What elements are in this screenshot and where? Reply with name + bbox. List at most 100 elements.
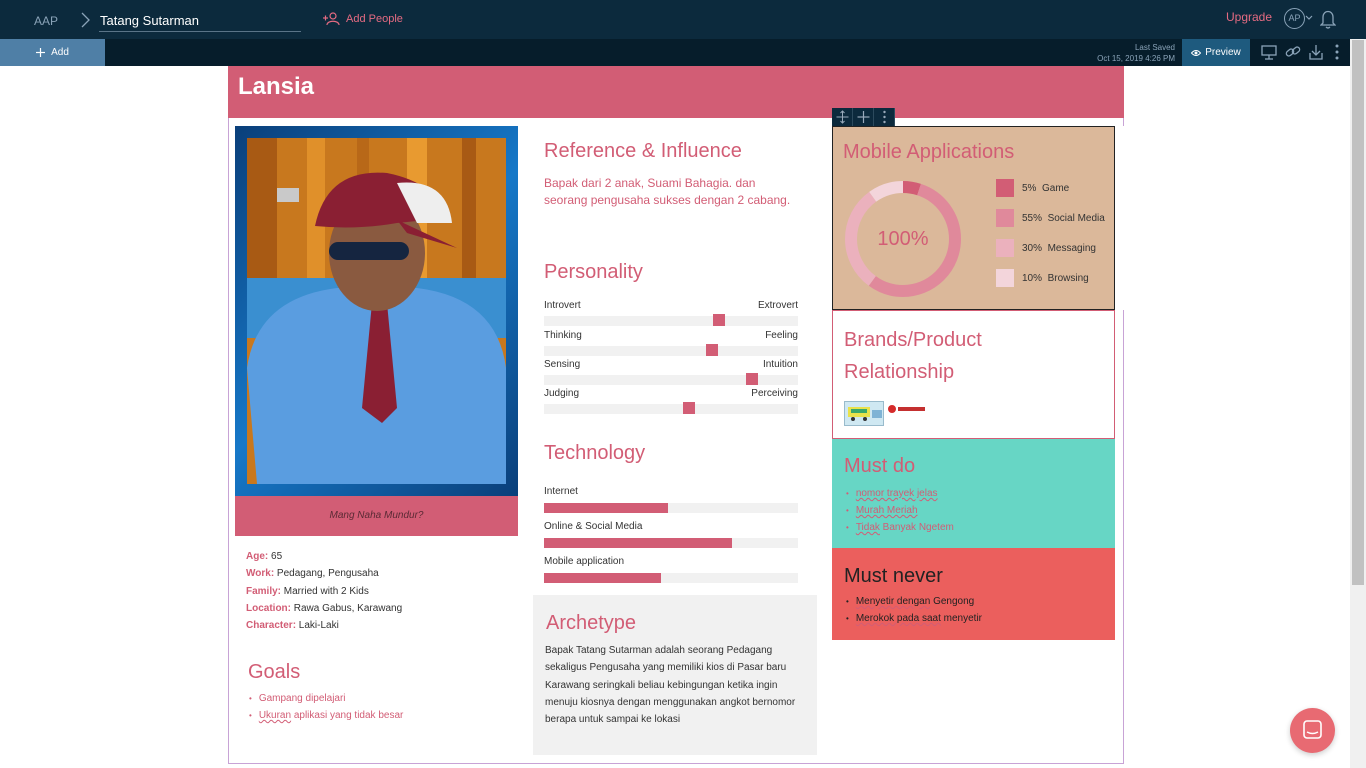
personality-heading[interactable]: Personality xyxy=(544,261,643,284)
move-icon[interactable] xyxy=(832,108,853,126)
presentation-icon[interactable] xyxy=(1260,43,1278,61)
breadcrumb-root[interactable]: AAP xyxy=(34,14,58,28)
chat-button[interactable] xyxy=(1290,708,1335,753)
detail-label: Character: xyxy=(246,620,297,632)
trait-row[interactable]: Introvert Extrovert xyxy=(544,300,798,329)
list-item: Tidak Banyak Ngetem xyxy=(846,519,954,536)
legend-swatch xyxy=(996,209,1014,227)
must-do-heading[interactable]: Must do xyxy=(844,455,915,478)
upgrade-link[interactable]: Upgrade xyxy=(1226,10,1272,24)
last-saved-status: Last Saved Oct 15, 2019 4:26 PM xyxy=(1080,42,1175,64)
brands-heading-line: Relationship xyxy=(844,361,955,383)
legend-pct: 30% xyxy=(1022,242,1043,254)
brand-logo-2[interactable] xyxy=(887,402,927,416)
legend-pct: 55% xyxy=(1022,212,1043,224)
trait-slider-knob[interactable] xyxy=(746,373,759,385)
more-options-icon[interactable] xyxy=(874,108,895,126)
tech-row[interactable]: Online & Social Media xyxy=(544,521,798,551)
scrollbar-thumb[interactable] xyxy=(1352,40,1364,585)
persona-name-input[interactable]: Tatang Sutarman xyxy=(99,10,301,32)
trait-right-label: Intuition xyxy=(762,359,798,370)
legend-item: 30% Messaging xyxy=(996,239,1096,257)
trait-right-label: Extrovert xyxy=(757,300,798,311)
technology-heading[interactable]: Technology xyxy=(544,442,645,465)
widget-toolbar xyxy=(832,108,895,126)
plus-icon[interactable] xyxy=(853,108,874,126)
legend-item: 55% Social Media xyxy=(996,209,1105,227)
download-icon[interactable] xyxy=(1307,43,1325,61)
preview-button[interactable]: Preview xyxy=(1182,39,1250,66)
list-item: nomor trayek jelas xyxy=(846,485,954,502)
tech-row[interactable]: Mobile application xyxy=(544,556,798,586)
detail-character: Character: Laki-Laki xyxy=(246,617,402,634)
link-icon[interactable] xyxy=(1284,43,1302,61)
goals-list[interactable]: Gampang dipelajari Ukuran aplikasi yang … xyxy=(249,690,404,724)
tech-row[interactable]: Internet xyxy=(544,486,798,516)
detail-value: Pedagang, Pengusaha xyxy=(274,568,379,580)
list-item: Gampang dipelajari xyxy=(249,690,403,707)
detail-value: 65 xyxy=(268,551,283,562)
persona-details[interactable]: Age: 65 Work: Pedagang, Pengusaha Family… xyxy=(246,548,402,634)
brands-heading-line: Brands/Product xyxy=(844,329,982,351)
bell-icon[interactable] xyxy=(1320,9,1336,29)
detail-label: Location: xyxy=(246,602,291,614)
detail-value: Rawa Gabus, Karawang xyxy=(291,602,403,614)
chevron-down-icon[interactable] xyxy=(1305,14,1313,22)
detail-age: Age: 65 xyxy=(246,548,402,565)
trait-row[interactable]: Thinking Feeling xyxy=(544,330,798,359)
trait-row[interactable]: Judging Perceiving xyxy=(544,388,798,417)
trait-slider-knob[interactable] xyxy=(682,402,695,414)
trait-slider-knob[interactable] xyxy=(713,314,726,326)
persona-photo[interactable] xyxy=(247,138,506,484)
chat-icon xyxy=(1303,720,1322,739)
archetype-text[interactable]: Bapak Tatang Sutarman adalah seorang Ped… xyxy=(545,642,807,728)
archetype-heading[interactable]: Archetype xyxy=(546,612,636,635)
photo-caption[interactable]: Mang Naha Mundur? xyxy=(235,496,518,536)
legend-name: Messaging xyxy=(1047,242,1096,254)
more-options-icon[interactable] xyxy=(1328,43,1346,61)
goals-heading[interactable]: Goals xyxy=(248,661,300,684)
mobile-apps-donut[interactable]: 100% xyxy=(843,179,963,299)
must-never-heading[interactable]: Must never xyxy=(844,565,943,588)
trait-slider-knob[interactable] xyxy=(705,344,718,356)
trait-track xyxy=(544,346,798,356)
tech-label: Mobile application xyxy=(544,556,625,567)
legend-pct: 10% xyxy=(1022,272,1043,284)
detail-label: Family: xyxy=(246,585,282,597)
add-button[interactable]: Add xyxy=(0,39,105,66)
brand-logo-angkot[interactable] xyxy=(844,401,884,426)
reference-heading[interactable]: Reference & Influence xyxy=(544,140,742,163)
tech-bar-fill[interactable] xyxy=(544,538,732,548)
eye-icon xyxy=(1191,49,1202,56)
persona-title[interactable]: Lansia xyxy=(238,73,314,101)
avatar[interactable]: AP xyxy=(1284,8,1305,29)
detail-value: Laki-Laki xyxy=(296,620,339,632)
list-item: Ukuran aplikasi yang tidak besar xyxy=(249,707,404,724)
persona-photo-image xyxy=(247,138,506,484)
add-button-label: Add xyxy=(51,47,69,58)
trait-left-label: Sensing xyxy=(544,359,581,370)
list-item: Murah Meriah xyxy=(846,502,954,519)
add-people-label: Add People xyxy=(346,13,403,25)
tech-bar-fill[interactable] xyxy=(544,503,669,513)
legend-pct: 5% xyxy=(1022,182,1037,194)
reference-text[interactable]: Bapak dari 2 anak, Suami Bahagia. dan se… xyxy=(544,175,794,209)
preview-label: Preview xyxy=(1205,47,1241,58)
trait-track xyxy=(544,375,798,385)
detail-label: Work: xyxy=(246,568,275,580)
persona-header xyxy=(228,66,1124,118)
last-saved-label: Last Saved xyxy=(1134,43,1175,52)
must-never-list[interactable]: Menyetir dengan Gengong Merokok pada saa… xyxy=(846,593,982,627)
must-do-list[interactable]: nomor trayek jelas Murah Meriah Tidak Ba… xyxy=(846,485,954,536)
tech-bar-fill[interactable] xyxy=(544,573,661,583)
legend-swatch xyxy=(996,239,1014,257)
plus-icon xyxy=(36,48,46,57)
list-item: Menyetir dengan Gengong xyxy=(846,593,982,610)
detail-value: Married with 2 Kids xyxy=(281,585,369,597)
legend-item: 5% Game xyxy=(996,179,1069,197)
last-saved-time: Oct 15, 2019 4:26 PM xyxy=(1097,54,1175,63)
add-people-icon xyxy=(323,12,340,26)
trait-row[interactable]: Sensing Intuition xyxy=(544,359,798,388)
mobile-apps-heading: Mobile Applications xyxy=(843,141,1015,163)
add-people-button[interactable]: Add People xyxy=(322,12,403,26)
